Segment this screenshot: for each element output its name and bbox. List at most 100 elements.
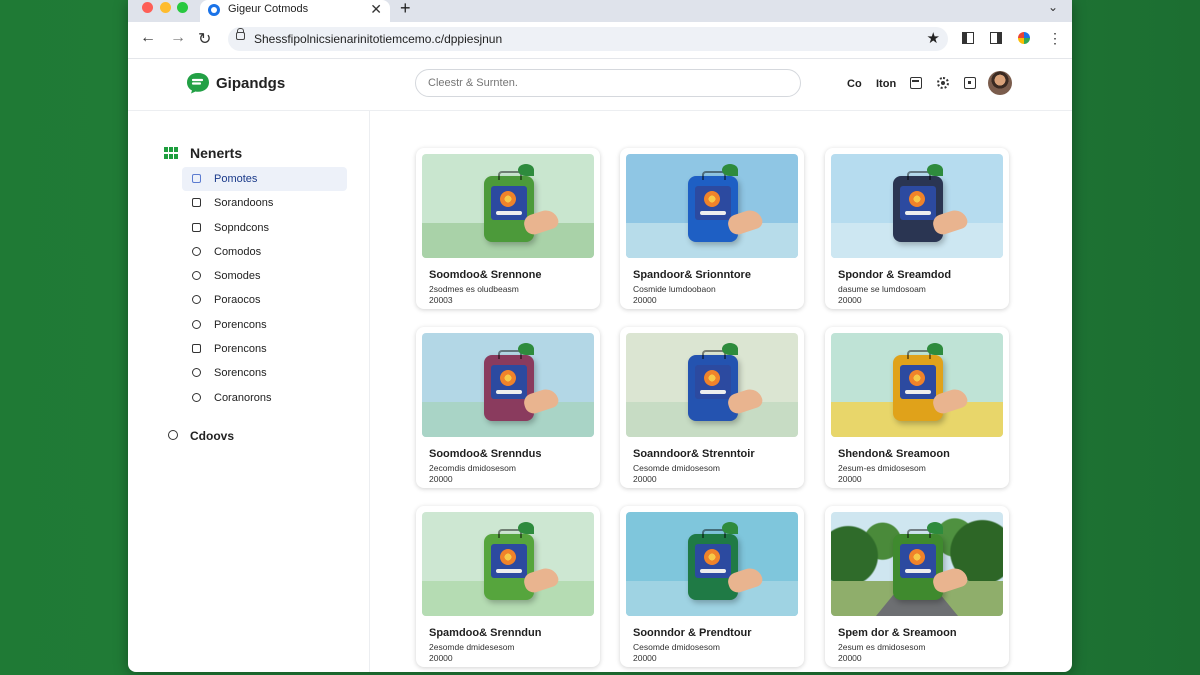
device-screen <box>695 544 731 578</box>
brand-logo-icon[interactable] <box>186 72 210 94</box>
sidebar-item-cdoovs[interactable]: Cdoovs <box>168 429 234 443</box>
product-image[interactable] <box>422 333 594 437</box>
product-title[interactable]: Spamdoo& Srenndun <box>429 627 541 639</box>
sidebar-item-pomotes[interactable]: Pomotes <box>182 167 347 192</box>
product-number: 20000 <box>633 653 657 663</box>
profile-icon[interactable] <box>1018 32 1030 44</box>
sidebar-item-porencons[interactable]: Porencons <box>182 313 347 337</box>
sidebar-list: Pomotes Sorandoons Sopndcons Comodos Som… <box>182 167 347 410</box>
orb-icon <box>500 549 516 565</box>
close-tab-icon[interactable]: ✕ <box>370 1 382 18</box>
url-text[interactable]: Shessfipolnicsienarinitotiemcemo.c/dppie… <box>254 32 502 46</box>
device-screen <box>695 186 731 220</box>
product-image[interactable] <box>626 512 798 616</box>
reload-button[interactable]: ↻ <box>198 29 211 49</box>
product-number: 20003 <box>429 295 453 305</box>
brand-name[interactable]: Gipandgs <box>216 75 285 92</box>
device-screen <box>491 544 527 578</box>
sidebar-item-comodos[interactable]: Comodos <box>182 240 347 264</box>
product-title[interactable]: Spem dor & Sreamoon <box>838 627 957 639</box>
product-title[interactable]: Spondor & Sreamdod <box>838 269 951 281</box>
tab-strip: Gigeur Cotmods ✕ + ⌄ <box>128 0 1072 22</box>
browser-menu-icon[interactable]: ⋮ <box>1048 30 1062 47</box>
product-image[interactable] <box>831 333 1003 437</box>
sidebar-item-poraocos[interactable]: Poraocos <box>182 288 347 312</box>
product-card[interactable]: Spamdoo& Srenndun 2esomde dmidesesom 20000 <box>416 506 600 667</box>
sidebar-item-label: Sorencons <box>214 367 267 380</box>
sidebar-item-label: Coranorons <box>214 391 272 404</box>
bag-icon <box>192 198 201 208</box>
sidebar-item-porencons-2[interactable]: Porencons <box>182 337 347 361</box>
sidebar-item-sorandoons[interactable]: Sorandoons <box>182 191 347 215</box>
calendar-icon[interactable] <box>910 77 922 89</box>
product-number: 20000 <box>633 474 657 484</box>
lock-icon <box>192 344 201 354</box>
lock-icon <box>236 28 245 40</box>
screen-bar <box>905 390 931 394</box>
product-title[interactable]: Spandoor& Srionntore <box>633 269 751 281</box>
gear-icon[interactable] <box>937 77 949 89</box>
minimize-window-button[interactable] <box>160 2 171 13</box>
screen-bar <box>700 569 726 573</box>
apps-icon[interactable] <box>964 77 976 89</box>
avatar[interactable] <box>988 71 1012 95</box>
product-card[interactable]: Soomdoo& Srenndus 2ecomdis dmidosesom 2000… <box>416 327 600 488</box>
bookmark-star-icon[interactable]: ★ <box>927 29 940 47</box>
product-number: 20000 <box>838 295 862 305</box>
sidebar-item-sorencons[interactable]: Sorencons <box>182 361 347 385</box>
back-button[interactable]: ← <box>140 29 156 47</box>
product-grid: Soomdoo& Srennone 2sodmes es oludbeasm 200… <box>370 111 1072 672</box>
product-title[interactable]: Soomdoo& Srennone <box>429 269 541 281</box>
orb-icon <box>909 191 925 207</box>
tab-search-icon[interactable]: ⌄ <box>1048 0 1058 14</box>
search-input[interactable] <box>415 69 801 97</box>
product-subtitle: 2ecomdis dmidosesom <box>429 463 516 473</box>
product-image[interactable] <box>831 154 1003 258</box>
new-tab-button[interactable]: + <box>400 0 411 19</box>
browser-tab[interactable]: Gigeur Cotmods ✕ <box>200 0 390 22</box>
maximize-window-button[interactable] <box>177 2 188 13</box>
orb-icon <box>500 370 516 386</box>
product-card[interactable]: Soanndoor& Strenntoir Cesomde dmidosesom 2… <box>620 327 804 488</box>
device-screen <box>695 365 731 399</box>
product-card[interactable]: Spondor & Sreamdod dasume se lumdosoam 200… <box>825 148 1009 309</box>
product-image[interactable] <box>626 154 798 258</box>
product-image[interactable] <box>831 512 1003 616</box>
sidebar-item-sopndcons[interactable]: Sopndcons <box>182 216 347 240</box>
product-title[interactable]: Shendon& Sreamoon <box>838 448 950 460</box>
product-title[interactable]: Soomdoo& Srenndus <box>429 448 541 460</box>
product-title[interactable]: Soonndor & Prendtour <box>633 627 752 639</box>
screen-bar <box>496 569 522 573</box>
app-header: Gipandgs Co Iton <box>128 58 1072 111</box>
product-subtitle: Cesomde dmidosesom <box>633 642 720 652</box>
product-image[interactable] <box>626 333 798 437</box>
product-card[interactable]: Shendon& Sreamoon 2esum-es dmidosesom 2000… <box>825 327 1009 488</box>
orb-icon <box>704 549 720 565</box>
grid-icon <box>164 147 178 159</box>
sidebar-panel-icon[interactable] <box>962 32 974 44</box>
product-subtitle: dasume se lumdosoam <box>838 284 926 294</box>
address-bar[interactable]: Shessfipolnicsienarinitotiemcemo.c/dppie… <box>228 27 948 51</box>
close-window-button[interactable] <box>142 2 153 13</box>
sidebar-item-somodes[interactable]: Somodes <box>182 264 347 288</box>
product-card[interactable]: Soonndor & Prendtour Cesomde dmidosesom 20… <box>620 506 804 667</box>
product-subtitle: Cesomde dmidosesom <box>633 463 720 473</box>
header-link-iton[interactable]: Iton <box>876 78 896 90</box>
product-number: 20000 <box>429 474 453 484</box>
forward-button[interactable]: → <box>170 29 186 47</box>
product-card[interactable]: Spem dor & Sreamoon 2esum es dmidosesom 20… <box>825 506 1009 667</box>
reading-panel-icon[interactable] <box>990 32 1002 44</box>
orb-icon <box>909 370 925 386</box>
product-title[interactable]: Soanndoor& Strenntoir <box>633 448 755 460</box>
product-subtitle: 2esum-es dmidosesom <box>838 463 926 473</box>
header-link-co[interactable]: Co <box>847 78 862 90</box>
sidebar-item-label: Sorandoons <box>214 197 274 210</box>
product-image[interactable] <box>422 512 594 616</box>
product-card[interactable]: Soomdoo& Srennone 2sodmes es oludbeasm 200… <box>416 148 600 309</box>
product-card[interactable]: Spandoor& Srionntore Cosmide lumdoobaon 20… <box>620 148 804 309</box>
product-image[interactable] <box>422 154 594 258</box>
sidebar-item-coranorons[interactable]: Coranorons <box>182 386 347 410</box>
sidebar-item-label: Pomotes <box>214 173 258 185</box>
sidebar: Nenerts Pomotes Sorandoons Sopndcons Com… <box>128 111 370 672</box>
product-subtitle: 2esomde dmidesesom <box>429 642 515 652</box>
